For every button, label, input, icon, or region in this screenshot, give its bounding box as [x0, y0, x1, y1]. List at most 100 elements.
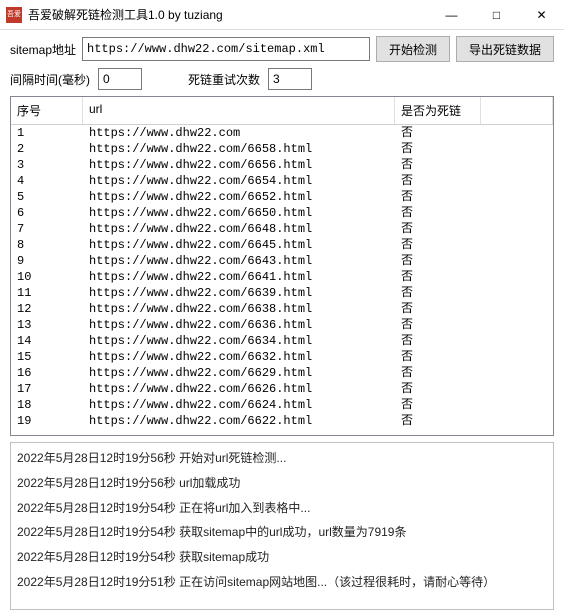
cell-dead: 否: [395, 253, 481, 269]
cell-dead: 否: [395, 365, 481, 381]
cell-index: 12: [11, 301, 83, 317]
interval-input[interactable]: [98, 68, 142, 90]
sitemap-input[interactable]: [82, 37, 370, 61]
cell-url: https://www.dhw22.com/6656.html: [83, 157, 395, 173]
cell-dead: 否: [395, 173, 481, 189]
cell-url: https://www.dhw22.com/6629.html: [83, 365, 395, 381]
cell-index: 9: [11, 253, 83, 269]
table-row[interactable]: 9https://www.dhw22.com/6643.html否: [11, 253, 553, 269]
cell-url: https://www.dhw22.com/6626.html: [83, 381, 395, 397]
table-row[interactable]: 13https://www.dhw22.com/6636.html否: [11, 317, 553, 333]
cell-index: 7: [11, 221, 83, 237]
table-row[interactable]: 6https://www.dhw22.com/6650.html否: [11, 205, 553, 221]
table-header: 序号 url 是否为死链: [11, 97, 553, 125]
start-button[interactable]: 开始检测: [376, 36, 450, 62]
cell-url: https://www.dhw22.com/6641.html: [83, 269, 395, 285]
window-title: 吾爱破解死链检测工具1.0 by tuziang: [28, 6, 429, 23]
cell-index: 17: [11, 381, 83, 397]
cell-dead: 否: [395, 221, 481, 237]
cell-dead: 否: [395, 285, 481, 301]
cell-url: https://www.dhw22.com/6654.html: [83, 173, 395, 189]
cell-url: https://www.dhw22.com/6645.html: [83, 237, 395, 253]
export-button[interactable]: 导出死链数据: [456, 36, 554, 62]
cell-dead: 否: [395, 317, 481, 333]
cell-dead: 否: [395, 205, 481, 221]
cell-dead: 否: [395, 349, 481, 365]
cell-index: 19: [11, 413, 83, 429]
table-body[interactable]: 1https://www.dhw22.com否2https://www.dhw2…: [11, 125, 553, 436]
col-dead[interactable]: 是否为死链: [395, 97, 481, 124]
cell-dead: 否: [395, 397, 481, 413]
minimize-button[interactable]: —: [429, 0, 474, 29]
log-line: 2022年5月28日12时19分51秒 正在访问sitemap网站地图...（该…: [17, 570, 547, 595]
cell-dead: 否: [395, 301, 481, 317]
table-row[interactable]: 16https://www.dhw22.com/6629.html否: [11, 365, 553, 381]
cell-index: 16: [11, 365, 83, 381]
table-row[interactable]: 18https://www.dhw22.com/6624.html否: [11, 397, 553, 413]
cell-url: https://www.dhw22.com/6639.html: [83, 285, 395, 301]
cell-url: https://www.dhw22.com/6652.html: [83, 189, 395, 205]
log-line: 2022年5月28日12时19分54秒 获取sitemap成功: [17, 545, 547, 570]
cell-dead: 否: [395, 381, 481, 397]
table-row[interactable]: 2https://www.dhw22.com/6658.html否: [11, 141, 553, 157]
sitemap-label: sitemap地址: [10, 41, 76, 58]
col-url[interactable]: url: [83, 97, 395, 124]
cell-url: https://www.dhw22.com/6634.html: [83, 333, 395, 349]
cell-dead: 否: [395, 157, 481, 173]
table-row[interactable]: 8https://www.dhw22.com/6645.html否: [11, 237, 553, 253]
cell-index: 5: [11, 189, 83, 205]
cell-url: https://www.dhw22.com/6632.html: [83, 349, 395, 365]
table-row[interactable]: 5https://www.dhw22.com/6652.html否: [11, 189, 553, 205]
cell-url: https://www.dhw22.com/6638.html: [83, 301, 395, 317]
window-controls: — □ ✕: [429, 0, 564, 29]
cell-index: 2: [11, 141, 83, 157]
cell-url: https://www.dhw22.com/6636.html: [83, 317, 395, 333]
cell-dead: 否: [395, 189, 481, 205]
log-line: 2022年5月28日12时19分56秒 url加载成功: [17, 471, 547, 496]
cell-dead: 否: [395, 237, 481, 253]
table-row[interactable]: 4https://www.dhw22.com/6654.html否: [11, 173, 553, 189]
retry-label: 死链重试次数: [188, 71, 260, 88]
close-button[interactable]: ✕: [519, 0, 564, 29]
cell-url: https://www.dhw22.com/6643.html: [83, 253, 395, 269]
table-row[interactable]: 12https://www.dhw22.com/6638.html否: [11, 301, 553, 317]
cell-dead: 否: [395, 141, 481, 157]
log-line: 2022年5月28日12时19分56秒 开始对url死链检测...: [17, 446, 547, 471]
cell-index: 11: [11, 285, 83, 301]
log-panel[interactable]: 2022年5月28日12时19分56秒 开始对url死链检测...2022年5月…: [10, 442, 554, 610]
table-row[interactable]: 15https://www.dhw22.com/6632.html否: [11, 349, 553, 365]
cell-index: 18: [11, 397, 83, 413]
retry-input[interactable]: [268, 68, 312, 90]
cell-url: https://www.dhw22.com: [83, 125, 395, 141]
table-row[interactable]: 3https://www.dhw22.com/6656.html否: [11, 157, 553, 173]
cell-index: 4: [11, 173, 83, 189]
log-line: 2022年5月28日12时19分54秒 正在将url加入到表格中...: [17, 496, 547, 521]
toolbar-row-2: 间隔时间(毫秒) 死链重试次数: [0, 68, 564, 96]
cell-index: 6: [11, 205, 83, 221]
cell-index: 15: [11, 349, 83, 365]
cell-index: 3: [11, 157, 83, 173]
cell-dead: 否: [395, 269, 481, 285]
cell-index: 13: [11, 317, 83, 333]
cell-dead: 否: [395, 333, 481, 349]
maximize-button[interactable]: □: [474, 0, 519, 29]
col-index[interactable]: 序号: [11, 97, 83, 124]
table-row[interactable]: 19https://www.dhw22.com/6622.html否: [11, 413, 553, 429]
table-row[interactable]: 7https://www.dhw22.com/6648.html否: [11, 221, 553, 237]
table-row[interactable]: 14https://www.dhw22.com/6634.html否: [11, 333, 553, 349]
cell-index: 1: [11, 125, 83, 141]
table-row[interactable]: 1https://www.dhw22.com否: [11, 125, 553, 141]
cell-index: 10: [11, 269, 83, 285]
cell-url: https://www.dhw22.com/6624.html: [83, 397, 395, 413]
results-table: 序号 url 是否为死链 1https://www.dhw22.com否2htt…: [10, 96, 554, 436]
cell-url: https://www.dhw22.com/6658.html: [83, 141, 395, 157]
table-row[interactable]: 17https://www.dhw22.com/6626.html否: [11, 381, 553, 397]
cell-url: https://www.dhw22.com/6650.html: [83, 205, 395, 221]
cell-url: https://www.dhw22.com/6648.html: [83, 221, 395, 237]
cell-url: https://www.dhw22.com/6622.html: [83, 413, 395, 429]
table-row[interactable]: 10https://www.dhw22.com/6641.html否: [11, 269, 553, 285]
table-row[interactable]: 11https://www.dhw22.com/6639.html否: [11, 285, 553, 301]
cell-index: 8: [11, 237, 83, 253]
toolbar-row-1: sitemap地址 开始检测 导出死链数据: [0, 30, 564, 68]
log-line: 2022年5月28日12时19分54秒 获取sitemap中的url成功，url…: [17, 520, 547, 545]
